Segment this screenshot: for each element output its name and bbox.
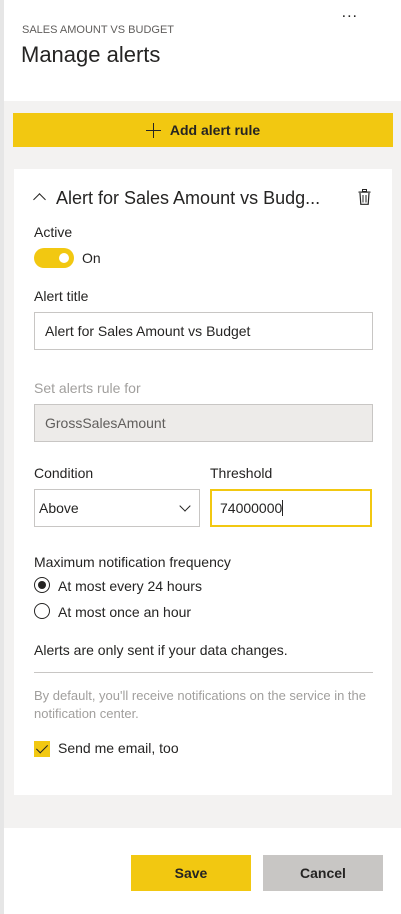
alert-title-label: Alert title <box>34 288 89 304</box>
email-checkbox[interactable] <box>34 741 50 757</box>
frequency-label: Maximum notification frequency <box>34 554 231 570</box>
save-button[interactable]: Save <box>131 855 251 891</box>
measure-field: GrossSalesAmount <box>34 404 373 442</box>
active-label: Active <box>34 224 73 240</box>
default-notification-info: By default, you'll receive notifications… <box>34 688 366 721</box>
add-alert-rule-button[interactable]: Add alert rule <box>13 113 393 147</box>
divider <box>34 672 373 673</box>
chevron-up-icon[interactable] <box>33 193 46 206</box>
rule-for-label: Set alerts rule for <box>34 380 141 396</box>
frequency-option-label: At most once an hour <box>58 604 192 620</box>
panel-subtitle: SALES AMOUNT VS BUDGET <box>22 24 175 36</box>
condition-label: Condition <box>34 465 94 481</box>
alert-title-field[interactable]: Alert for Sales Amount vs Budget <box>34 312 373 350</box>
email-checkbox-label: Send me email, too <box>58 740 179 756</box>
toggle-state-label: On <box>82 250 101 266</box>
trash-icon[interactable] <box>358 189 371 205</box>
data-change-note: Alerts are only sent if your data change… <box>34 642 288 658</box>
alert-title-value: Alert for Sales Amount vs Budget <box>45 323 251 339</box>
threshold-value: 74000000 <box>220 500 283 516</box>
text-caret <box>282 500 284 516</box>
frequency-radio-24h[interactable] <box>34 577 50 593</box>
condition-dropdown[interactable]: Above <box>34 489 200 527</box>
alert-card-title: Alert for Sales Amount vs Budg... <box>56 188 321 208</box>
alert-rule-card: Alert for Sales Amount vs Budg... Active… <box>14 169 392 795</box>
alert-card-header: Alert for Sales Amount vs Budg... <box>14 187 392 211</box>
panel-footer: Save Cancel <box>4 828 401 914</box>
add-alert-rule-label: Add alert rule <box>169 122 261 138</box>
more-options-icon[interactable]: ... <box>342 4 358 22</box>
panel-header: ... SALES AMOUNT VS BUDGET Manage alerts <box>4 0 401 101</box>
active-toggle[interactable] <box>34 248 74 268</box>
plus-icon <box>145 122 161 138</box>
alerts-body: Add alert rule Alert for Sales Amount vs… <box>4 101 401 828</box>
chevron-down-icon <box>179 500 191 512</box>
frequency-option-label: At most every 24 hours <box>58 578 202 594</box>
panel-title: Manage alerts <box>21 42 161 67</box>
toggle-knob <box>59 253 69 263</box>
threshold-label: Threshold <box>210 465 273 481</box>
frequency-radio-hourly[interactable] <box>34 603 50 619</box>
threshold-input[interactable]: 74000000 <box>210 489 372 527</box>
condition-value: Above <box>39 500 79 516</box>
cancel-button[interactable]: Cancel <box>263 855 383 891</box>
measure-value: GrossSalesAmount <box>45 415 166 431</box>
